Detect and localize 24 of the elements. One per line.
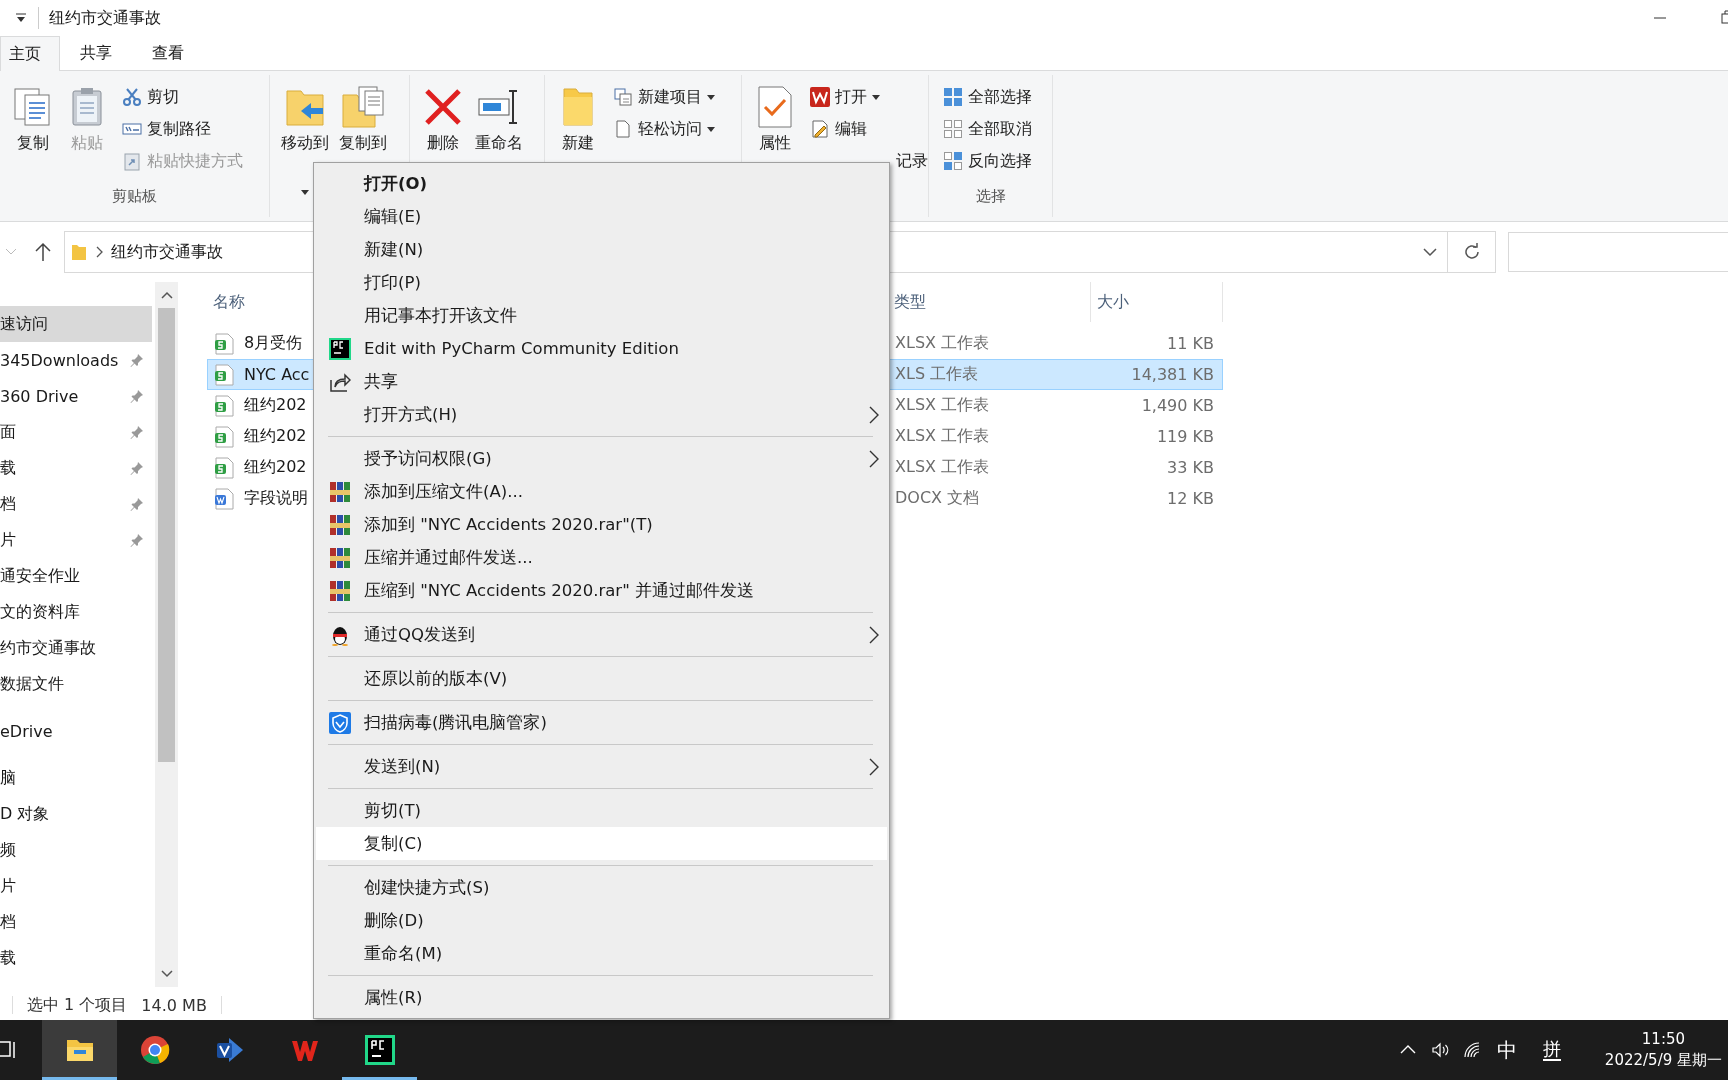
group-label: 剪贴板 (111, 187, 158, 207)
file-type: XLSX 工作表 (894, 457, 991, 478)
status-text: 14.0 MB (141, 995, 207, 1015)
file-name: NYC Acc (244, 365, 310, 384)
file-size: 33 KB (1166, 458, 1215, 477)
file-size: 12 KB (1166, 489, 1215, 508)
file-name: 8月受伤 (244, 333, 303, 354)
file-name: 纽约202 (244, 395, 307, 416)
file-name: 字段说明 (244, 488, 308, 509)
group-label: 选择 (974, 187, 1007, 207)
file-type: XLSX 工作表 (894, 395, 991, 416)
path-text: 纽约市交通事故 (111, 241, 223, 263)
file-name: 纽约202 (244, 457, 307, 478)
window-title: 纽约市交通事故 (49, 7, 161, 29)
file-size: 119 KB (1155, 427, 1215, 446)
file-size: 11 KB (1166, 334, 1215, 353)
file-type: XLSX 工作表 (894, 333, 991, 354)
file-size: 1,490 KB (1140, 396, 1215, 415)
file-type: XLSX 工作表 (894, 426, 991, 447)
status-text: 选中 1 个项目 (27, 994, 128, 1016)
file-size: 14,381 KB (1130, 365, 1215, 384)
file-type: DOCX 文档 (894, 488, 981, 509)
file-type: XLS 工作表 (894, 364, 980, 385)
file-name: 纽约202 (244, 426, 307, 447)
